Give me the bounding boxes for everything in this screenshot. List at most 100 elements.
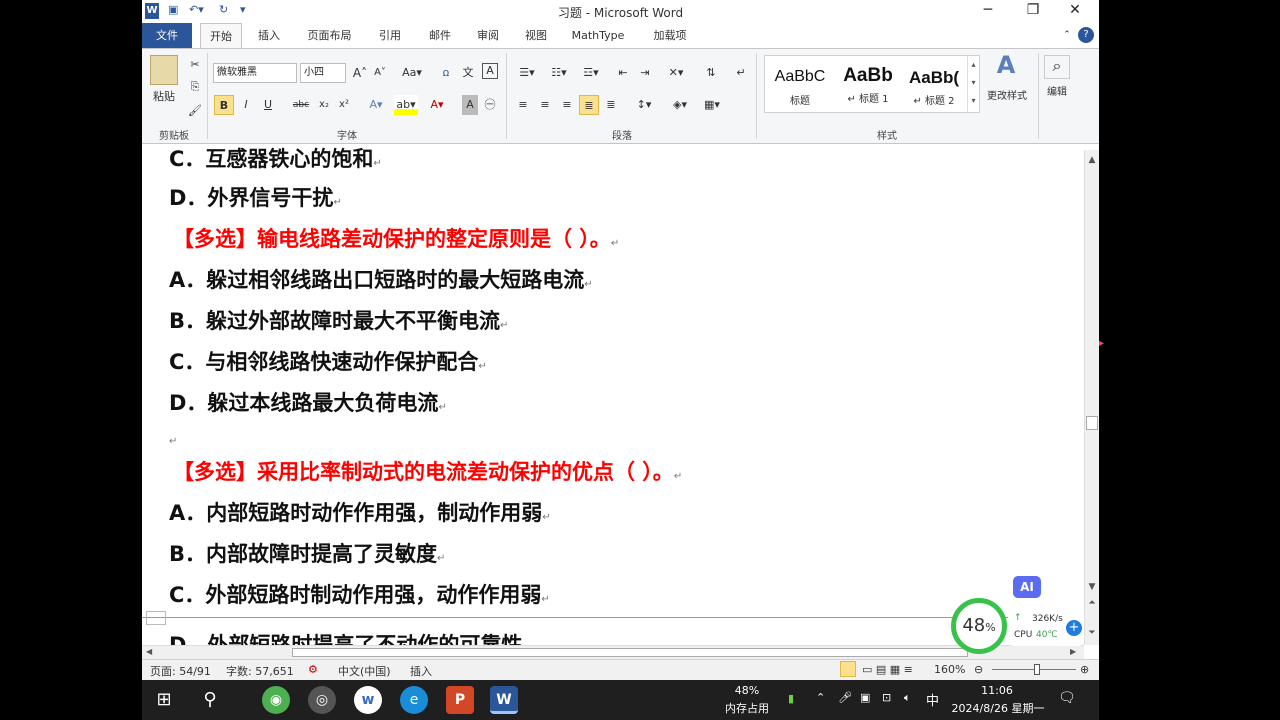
text-effects-icon[interactable]: A▾ xyxy=(366,95,386,115)
word-icon[interactable]: W xyxy=(490,686,518,714)
format-painter-icon[interactable]: 🖌 xyxy=(188,101,202,121)
binoculars-icon[interactable]: ⌕ xyxy=(1044,55,1070,79)
tray-expand-icon[interactable]: ⌃ xyxy=(816,691,825,704)
app-green-icon[interactable]: ◉ xyxy=(262,686,290,714)
powerpoint-icon[interactable]: P xyxy=(446,686,474,714)
zoom-in-icon[interactable]: ⊕ xyxy=(1080,663,1089,676)
show-marks-icon[interactable]: ↵ xyxy=(732,63,750,83)
close-button[interactable]: ✕ xyxy=(1060,2,1090,22)
start-icon[interactable]: ⊞ xyxy=(150,686,178,714)
insert-mode[interactable]: 插入 xyxy=(410,663,432,679)
scroll-right-icon[interactable]: ▶ xyxy=(1070,647,1076,656)
numbering-icon[interactable]: ☷▾ xyxy=(546,63,572,83)
language[interactable]: 中文(中国) xyxy=(338,663,391,679)
view-buttons-icon[interactable]: ▭ ▤ ▦ ≡ xyxy=(862,663,913,676)
font-name-combo[interactable]: 微软雅黑 xyxy=(213,63,297,83)
zoom-slider-thumb[interactable] xyxy=(1034,664,1040,675)
styles-scroll-icon[interactable]: ▴ ▾ ▾ xyxy=(967,56,979,112)
proofing-icon[interactable]: ⚙ xyxy=(308,663,318,676)
h-scroll-thumb[interactable] xyxy=(292,648,968,657)
change-case-icon[interactable]: Aa▾ xyxy=(400,63,424,83)
italic-button[interactable]: I xyxy=(238,95,254,115)
page-count[interactable]: 页面: 54/91 xyxy=(150,663,211,679)
paste-icon[interactable] xyxy=(150,55,178,85)
tab-addins[interactable]: 加载项 xyxy=(645,23,695,48)
align-right-icon[interactable]: ≡ xyxy=(558,95,576,115)
search-icon[interactable]: ⚲ xyxy=(196,686,224,714)
ime-indicator[interactable]: 中 xyxy=(926,690,939,709)
strikethrough-button[interactable]: abc xyxy=(290,95,312,115)
ai-badge[interactable]: AI xyxy=(1013,576,1041,598)
help-icon[interactable]: ? xyxy=(1078,27,1094,43)
network-monitor[interactable]: ↑ 326K/s CPU 40℃ + xyxy=(1008,610,1084,646)
battery-icon[interactable]: ▮ xyxy=(788,692,794,705)
style-heading-1[interactable]: AaBb ↵ 标题 1 xyxy=(835,64,901,114)
zoom-out-icon[interactable]: ⊖ xyxy=(974,663,983,676)
edge-icon[interactable]: e xyxy=(400,686,428,714)
scroll-down-icon[interactable]: ▼ xyxy=(1086,582,1098,592)
shrink-font-icon[interactable]: A˅ xyxy=(372,63,388,83)
collapse-ribbon-icon[interactable]: ⌃ xyxy=(1060,23,1074,48)
phonetic-guide-icon[interactable]: 文 xyxy=(460,63,476,83)
change-styles-icon[interactable]: A xyxy=(990,53,1022,83)
editing-button[interactable]: 编辑 xyxy=(1040,83,1074,103)
document-page[interactable]: C．互感器铁心的饱和↵ D．外界信号干扰↵ 【多选】输电线路差动保护的整定原则是… xyxy=(142,145,1084,645)
next-page-icon[interactable]: ⏷ xyxy=(1086,628,1098,638)
line-spacing-icon[interactable]: ↕▾ xyxy=(632,95,656,115)
increase-indent-icon[interactable]: ⇥ xyxy=(636,63,654,83)
microphone-icon[interactable]: 🎤︎ xyxy=(838,691,852,704)
multilevel-list-icon[interactable]: ☲▾ xyxy=(578,63,604,83)
word-count[interactable]: 字数: 57,651 xyxy=(226,663,294,679)
app-obs-icon[interactable]: ◎ xyxy=(308,686,336,714)
tab-mathtype[interactable]: MathType xyxy=(566,23,630,48)
character-border-icon[interactable]: A xyxy=(482,63,498,79)
memory-gauge[interactable]: 48% xyxy=(951,598,1007,654)
copy-icon[interactable]: ⎘ xyxy=(188,77,202,97)
print-layout-icon[interactable] xyxy=(840,661,856,677)
change-styles-button[interactable]: 更改样式 xyxy=(982,87,1032,107)
scroll-left-icon[interactable]: ◀ xyxy=(146,647,152,656)
align-center-icon[interactable]: ≡ xyxy=(536,95,554,115)
vertical-scrollbar[interactable]: ▲ ▼ ⏶ ⏷ xyxy=(1084,150,1099,645)
clock-time[interactable]: 11:06 xyxy=(954,684,1040,697)
distributed-icon[interactable]: ≣ xyxy=(602,95,620,115)
align-left-icon[interactable]: ≡ xyxy=(514,95,532,115)
add-icon[interactable]: + xyxy=(1066,620,1082,636)
tab-insert[interactable]: 插入 xyxy=(249,23,289,48)
font-size-combo[interactable]: 小四 xyxy=(300,63,346,83)
superscript-button[interactable]: x² xyxy=(336,95,352,115)
subscript-button[interactable]: x₂ xyxy=(316,95,332,115)
highlight-icon[interactable]: ab▾ xyxy=(394,95,418,115)
scroll-thumb[interactable] xyxy=(1086,416,1098,430)
tab-home[interactable]: 开始 xyxy=(200,23,242,48)
justify-icon[interactable]: ≣ xyxy=(579,95,599,115)
sort-icon[interactable]: ⇅ xyxy=(702,63,720,83)
shading-icon[interactable]: ◈▾ xyxy=(668,95,692,115)
underline-button[interactable]: U xyxy=(260,95,276,115)
clear-format-icon[interactable]: ꭥ xyxy=(438,63,454,83)
notification-icon[interactable]: 🗨︎ xyxy=(1058,690,1076,706)
style-title[interactable]: AaBbC 标题 xyxy=(767,64,833,114)
style-heading-2[interactable]: AaBb( ↵ 标题 2 xyxy=(901,64,967,114)
tab-page-layout[interactable]: 页面布局 xyxy=(302,23,357,48)
font-color-icon[interactable]: A▾ xyxy=(426,95,448,115)
borders-icon[interactable]: ▦▾ xyxy=(700,95,724,115)
app-w-icon[interactable]: w xyxy=(354,686,382,714)
chinese-layout-icon[interactable]: ✕▾ xyxy=(664,63,688,83)
bold-button[interactable]: B xyxy=(214,95,234,115)
previous-page-icon[interactable]: ⏶ xyxy=(1086,598,1098,608)
grow-font-icon[interactable]: A˄ xyxy=(352,63,368,83)
restore-button[interactable]: ❐ xyxy=(1018,2,1048,22)
tab-review[interactable]: 审阅 xyxy=(468,23,508,48)
paste-button[interactable]: 粘贴 xyxy=(148,87,180,107)
tab-references[interactable]: 引用 xyxy=(370,23,410,48)
display-icon[interactable]: ▣ xyxy=(860,691,870,704)
scroll-up-icon[interactable]: ▲ xyxy=(1086,154,1098,166)
tab-mailings[interactable]: 邮件 xyxy=(420,23,460,48)
horizontal-scrollbar[interactable]: ◀ ▶ xyxy=(142,645,1084,659)
minimize-button[interactable]: ─ xyxy=(973,2,1003,22)
clock-date[interactable]: 2024/8/26 星期一 xyxy=(946,700,1050,716)
cut-icon[interactable]: ✂ xyxy=(188,55,202,75)
tab-view[interactable]: 视图 xyxy=(516,23,556,48)
tab-file[interactable]: 文件 xyxy=(142,23,192,48)
